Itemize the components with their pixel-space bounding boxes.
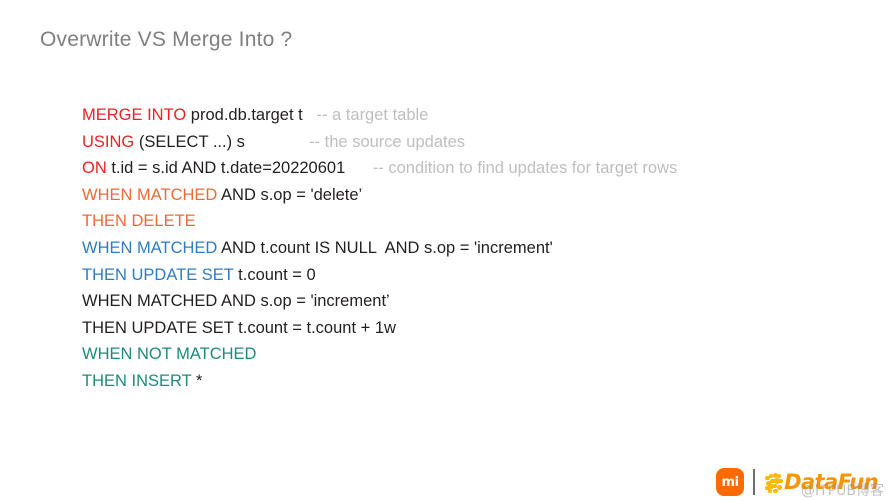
code-line: ON t.id = s.id AND t.date=20220601 -- co… [82, 155, 872, 182]
datafun-wordmark-fun: Fun [837, 469, 879, 494]
code-keyword: WHEN MATCHED [82, 185, 218, 204]
code-line: WHEN MATCHED AND s.op = 'increment’ [82, 288, 872, 315]
code-body: t.id = s.id AND t.date=20220601 [106, 159, 373, 178]
code-line: THEN DELETE [82, 208, 872, 235]
code-keyword: WHEN MATCHED [82, 238, 218, 257]
datafun-wordmark-data: Data [784, 469, 838, 494]
code-line: THEN INSERT * [82, 368, 872, 395]
mi-logo-label: mi [721, 474, 739, 490]
code-line: WHEN NOT MATCHED [82, 341, 872, 368]
code-keyword: WHEN NOT MATCHED [82, 345, 257, 364]
code-body: AND t.count IS NULL AND s.op = 'incremen… [217, 238, 553, 257]
code-body: * [191, 371, 203, 390]
code-body: t.count = 0 [233, 265, 316, 284]
code-line: WHEN MATCHED AND t.count IS NULL AND s.o… [82, 235, 872, 262]
code-line: USING (SELECT ...) s -- the source updat… [82, 129, 872, 156]
code-keyword: MERGE INTO [82, 106, 187, 124]
code-comment: -- condition to find updates for target … [372, 159, 678, 178]
code-keyword: WHEN MATCHED AND s.op = 'increment’ [82, 292, 390, 311]
code-line: THEN UPDATE SET t.count = 0 [82, 262, 872, 289]
xiaomi-mi-logo-icon: mi [716, 468, 745, 496]
footer-logo-group: mi DataFun [716, 467, 879, 497]
page-title: Overwrite VS Merge Into ? [40, 28, 293, 51]
code-body: AND s.op = 'delete’ [217, 185, 363, 204]
slide-footer: mi DataFun @ITPUB博客 [0, 455, 890, 501]
code-keyword: ON [82, 159, 107, 178]
sql-code-block: MERGE INTO prod.db.target t -- a target … [82, 102, 872, 395]
code-keyword: THEN UPDATE SET t.count = t.count + 1w [82, 318, 396, 337]
datafun-dots-icon [764, 472, 783, 494]
code-keyword: THEN INSERT [82, 371, 192, 390]
logo-divider [753, 469, 756, 495]
datafun-logo-icon: DataFun [764, 467, 879, 497]
code-keyword: USING [82, 132, 135, 151]
code-line: THEN UPDATE SET t.count = t.count + 1w [82, 315, 872, 342]
code-line: WHEN MATCHED AND s.op = 'delete’ [82, 182, 872, 209]
code-body: (SELECT ...) s [134, 132, 310, 151]
datafun-wordmark: DataFun [784, 469, 879, 494]
code-keyword: THEN UPDATE SET [82, 265, 234, 284]
code-body: prod.db.target t [186, 106, 317, 124]
code-keyword: THEN DELETE [82, 212, 196, 231]
code-comment: -- a target table [316, 106, 429, 124]
code-comment: -- the source updates [309, 132, 466, 151]
code-line: MERGE INTO prod.db.target t -- a target … [82, 102, 872, 129]
slide-canvas: Overwrite VS Merge Into ? MERGE INTO pro… [0, 0, 890, 501]
